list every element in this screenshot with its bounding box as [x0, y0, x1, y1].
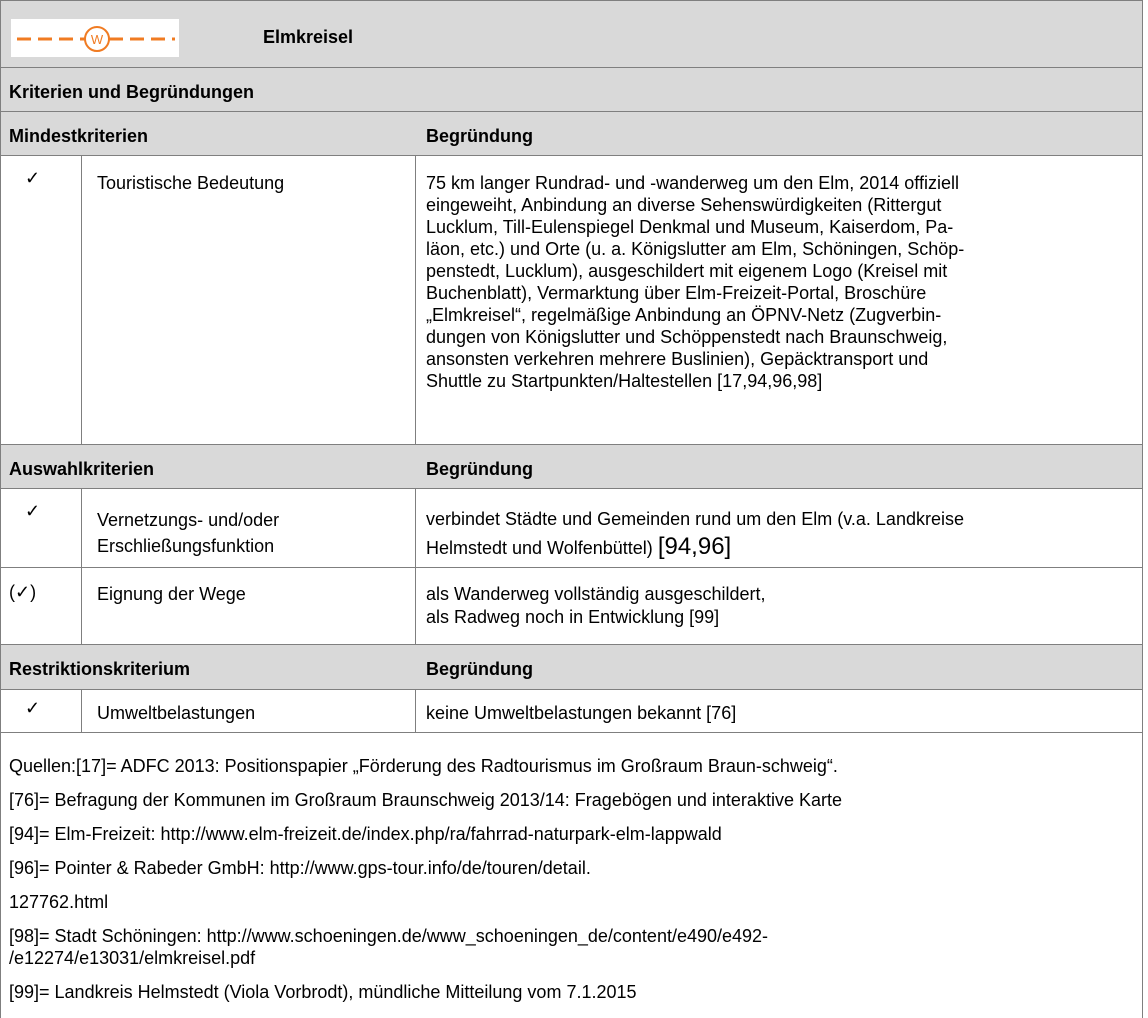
sources-block: Quellen:[17]= ADFC 2013: Positionspapier…: [0, 733, 1143, 1018]
check-mark: ✓: [25, 698, 41, 718]
restriktion-begruendung-heading: Begründung: [426, 659, 533, 679]
source-line: [99]= Landkreis Helmstedt (Viola Vorbrod…: [9, 982, 637, 1002]
text-line: penstedt, Lucklum), ausgeschildert mit e…: [426, 261, 948, 281]
restriktion-header-row: Restriktionskriterium Begründung: [0, 645, 1143, 690]
mindest-begruendung-heading: Begründung: [426, 126, 533, 146]
criterion-line: Vernetzungs- und/oder: [97, 510, 280, 530]
section-title-row: Kriterien und Begründungen: [0, 68, 1143, 112]
title-row: W Elmkreisel: [0, 0, 1143, 68]
text-line: eingeweiht, Anbindung an diverse Sehensw…: [426, 195, 942, 215]
auswahl-header-row: Auswahlkriterien Begründung: [0, 445, 1143, 489]
auswahl-begruendung-heading: Begründung: [426, 459, 533, 479]
section-title: Kriterien und Begründungen: [9, 82, 254, 102]
text-line: als Wanderweg vollständig ausgeschildert…: [426, 584, 766, 604]
source-line: Quellen:[17]= ADFC 2013: Positionspapier…: [9, 756, 838, 776]
mindest-header-row: Mindestkriterien Begründung: [0, 112, 1143, 156]
auswahl-heading: Auswahlkriterien: [9, 459, 155, 479]
text-line: Lucklum, Till-Eulenspiegel Denkmal und M…: [426, 217, 954, 237]
begruendung-text: verbindet Städte und Gemeinden rund um d…: [426, 505, 964, 562]
source-line: [96]= Pointer & Rabeder GmbH: http://www…: [9, 858, 591, 878]
sources-list: Quellen:[17]= ADFC 2013: Positionspapier…: [9, 749, 1137, 1009]
mindest-criterion-row: ✓ Touristische Bedeutung 75 km langer Ru…: [0, 156, 1143, 445]
text-line: ansonsten verkehren mehrere Buslinien), …: [426, 349, 929, 369]
text-line: 75 km langer Rundrad- und -wanderweg um …: [426, 173, 959, 193]
page-title: Elmkreisel: [263, 27, 354, 47]
elmkreisel-logo: W: [11, 19, 179, 57]
begruendung-text: als Wanderweg vollständig ausgeschildert…: [426, 583, 766, 629]
auswahl-criterion-row: (✓) Eignung der Wege als Wanderweg volls…: [0, 568, 1143, 645]
auswahl-criterion-row: ✓ Vernetzungs- und/oder Erschließungsfun…: [0, 489, 1143, 568]
criterion-label: Umweltbelastungen: [97, 703, 256, 723]
source-line: [76]= Befragung der Kommunen im Großraum…: [9, 790, 842, 810]
source-line: [94]= Elm-Freizeit: http://www.elm-freiz…: [9, 824, 722, 844]
text-line: läon, etc.) und Orte (u. a. Königslutter…: [426, 239, 965, 259]
mindest-heading: Mindestkriterien: [9, 126, 149, 146]
source-line: [98]= Stadt Schöningen: http://www.schoe…: [9, 926, 769, 946]
reference: [94,96]: [657, 533, 732, 560]
source-line: 127762.html: [9, 892, 109, 912]
restriktion-criterion-row: ✓ Umweltbelastungen keine Umweltbelastun…: [0, 690, 1143, 733]
text-line: „Elmkreisel“, regelmäßige Anbindung an Ö…: [426, 305, 942, 325]
begruendung-text: keine Umweltbelastungen bekannt [76]: [426, 703, 737, 723]
text-line: als Radweg noch in Entwicklung [99]: [426, 607, 720, 627]
restriktion-heading: Restriktionskriterium: [9, 659, 191, 679]
logo-letter: W: [91, 32, 104, 47]
text-line: Buchenblatt), Vermarktung über Elm-Freiz…: [426, 283, 927, 303]
criterion-line: Erschließungsfunktion: [97, 536, 275, 556]
criterion-label: Vernetzungs- und/oder Erschließungsfunkt…: [97, 507, 279, 559]
criterion-label: Eignung der Wege: [97, 583, 246, 605]
criterion-line: Eignung der Wege: [97, 584, 246, 604]
source-line: /e12274/e13031/elmkreisel.pdf: [9, 948, 256, 968]
criterion-label: Touristische Bedeutung: [97, 173, 285, 193]
text-line: Shuttle zu Startpunkten/Haltestellen [17…: [426, 371, 823, 391]
text-line: verbindet Städte und Gemeinden rund um d…: [426, 509, 964, 529]
text-line: Helmstedt und Wolfenbüttel) [94,96]: [426, 533, 732, 560]
text-line: dungen von Königslutter und Schöppensted…: [426, 327, 948, 347]
begruendung-text: 75 km langer Rundrad- und -wanderweg um …: [426, 172, 1141, 392]
check-mark: (✓): [9, 582, 37, 602]
check-mark: ✓: [25, 501, 41, 521]
check-mark: ✓: [25, 168, 41, 188]
